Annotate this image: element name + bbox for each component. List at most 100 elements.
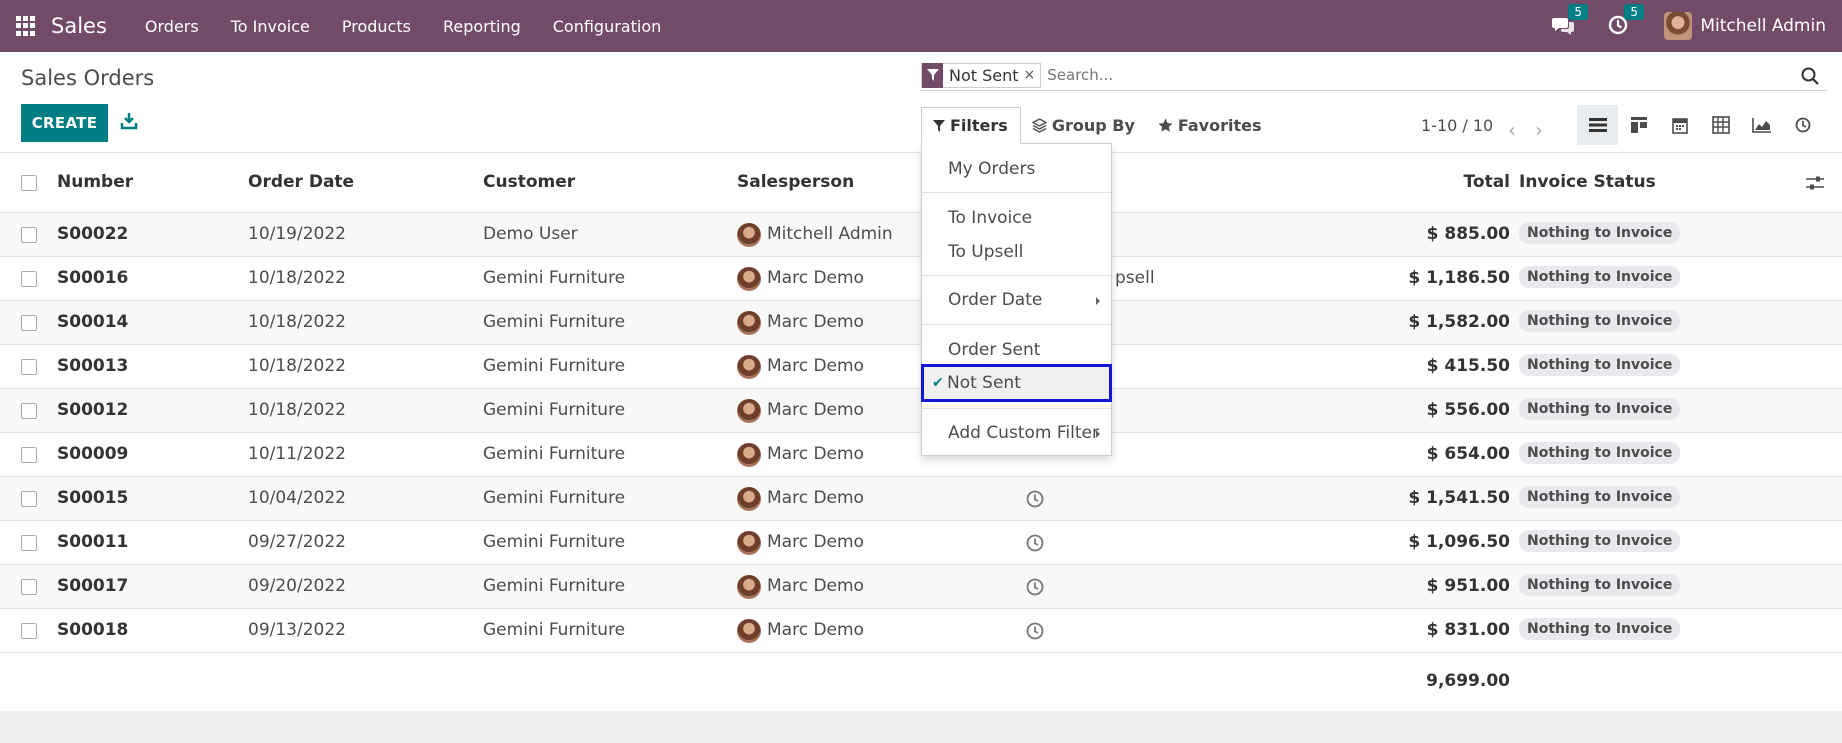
filter-add-custom[interactable]: Add Custom Filter xyxy=(922,417,1111,449)
user-avatar[interactable] xyxy=(1664,12,1693,40)
table-row[interactable]: S00018 09/13/2022 Gemini Furniture Marc … xyxy=(0,609,1842,653)
graph-view-icon[interactable] xyxy=(1741,105,1782,145)
row-checkbox[interactable] xyxy=(21,271,37,287)
salesperson-avatar xyxy=(737,399,761,423)
row-checkbox[interactable] xyxy=(21,623,37,639)
activity-clock-icon[interactable] xyxy=(1026,490,1044,508)
optional-columns-icon[interactable] xyxy=(1806,175,1824,195)
menu-orders[interactable]: Orders xyxy=(129,17,215,36)
apps-menu-icon[interactable] xyxy=(16,16,36,36)
cell-customer: Demo User xyxy=(483,224,578,244)
cell-activity-text: psell xyxy=(1115,268,1155,288)
cell-customer: Gemini Furniture xyxy=(483,356,626,376)
messages-icon[interactable]: 5 xyxy=(1552,4,1588,37)
cell-total: $ 1,541.50 xyxy=(1408,488,1510,508)
activity-view-icon[interactable] xyxy=(1782,105,1823,145)
cell-salesperson: Mitchell Admin xyxy=(767,224,893,244)
activity-clock-icon[interactable] xyxy=(1026,534,1044,552)
row-checkbox[interactable] xyxy=(21,403,37,419)
activity-clock-icon[interactable] xyxy=(1026,622,1044,640)
search-options: Filters Group By Favorites xyxy=(921,107,1273,144)
status-badge: Nothing to Invoice xyxy=(1519,530,1681,552)
header-order-date[interactable]: Order Date xyxy=(248,172,354,192)
cell-total: $ 556.00 xyxy=(1426,400,1510,420)
dropdown-divider xyxy=(922,192,1111,193)
cell-number: S00017 xyxy=(57,576,129,596)
list-view-icon[interactable] xyxy=(1577,105,1618,145)
salesperson-avatar xyxy=(737,531,761,555)
cell-customer: Gemini Furniture xyxy=(483,576,626,596)
status-badge: Nothing to Invoice xyxy=(1519,222,1681,244)
header-total[interactable]: Total xyxy=(1350,172,1510,192)
filter-not-sent[interactable]: ✔ Not Sent xyxy=(921,364,1112,402)
cell-number: S00018 xyxy=(57,620,129,640)
cell-total: $ 951.00 xyxy=(1426,576,1510,596)
user-name[interactable]: Mitchell Admin xyxy=(1700,16,1826,36)
row-checkbox[interactable] xyxy=(21,491,37,507)
row-checkbox[interactable] xyxy=(21,227,37,243)
create-button[interactable]: CREATE xyxy=(21,104,108,142)
view-switcher xyxy=(1577,105,1823,145)
calendar-view-icon[interactable] xyxy=(1659,105,1700,145)
activities-icon[interactable]: 5 xyxy=(1608,4,1644,37)
salesperson-avatar xyxy=(737,619,761,643)
filter-my-orders[interactable]: My Orders xyxy=(922,153,1111,185)
submenu-caret-icon xyxy=(1096,297,1100,305)
groupby-label: Group By xyxy=(1051,116,1135,135)
status-badge: Nothing to Invoice xyxy=(1519,354,1681,376)
app-brand[interactable]: Sales xyxy=(51,14,107,38)
cell-total: $ 1,186.50 xyxy=(1408,268,1510,288)
search-icon[interactable] xyxy=(1801,67,1819,85)
table-row[interactable]: S00015 10/04/2022 Gemini Furniture Marc … xyxy=(0,477,1842,521)
header-customer[interactable]: Customer xyxy=(483,172,575,192)
cell-customer: Gemini Furniture xyxy=(483,400,626,420)
table-row[interactable]: S00017 09/20/2022 Gemini Furniture Marc … xyxy=(0,565,1842,609)
header-salesperson[interactable]: Salesperson xyxy=(737,172,854,192)
list-footer-total: 9,699.00 xyxy=(1426,671,1510,691)
filter-order-date[interactable]: Order Date xyxy=(922,284,1111,316)
salesperson-avatar xyxy=(737,267,761,291)
row-checkbox[interactable] xyxy=(21,359,37,375)
row-checkbox[interactable] xyxy=(21,447,37,463)
download-icon[interactable] xyxy=(120,112,138,132)
filter-to-upsell[interactable]: To Upsell xyxy=(922,236,1111,268)
table-row[interactable]: S00011 09/27/2022 Gemini Furniture Marc … xyxy=(0,521,1842,565)
filter-order-sent[interactable]: Order Sent xyxy=(922,334,1111,366)
status-badge: Nothing to Invoice xyxy=(1519,574,1681,596)
filter-to-invoice[interactable]: To Invoice xyxy=(922,202,1111,234)
cell-number: S00014 xyxy=(57,312,129,332)
cell-salesperson: Marc Demo xyxy=(767,400,864,420)
cell-order-date: 10/11/2022 xyxy=(248,444,346,464)
menu-products[interactable]: Products xyxy=(326,17,427,36)
kanban-view-icon[interactable] xyxy=(1618,105,1659,145)
favorites-toggle[interactable]: Favorites xyxy=(1147,107,1274,144)
activity-clock-icon[interactable] xyxy=(1026,578,1044,596)
messages-count-badge: 5 xyxy=(1568,4,1588,20)
status-badge: Nothing to Invoice xyxy=(1519,310,1681,332)
filter-facet-icon xyxy=(922,62,943,88)
pager-next-icon[interactable]: › xyxy=(1535,118,1543,142)
pager-value[interactable]: 1-10 / 10 xyxy=(1421,116,1493,135)
dropdown-divider xyxy=(922,324,1111,325)
facet-remove-icon[interactable]: × xyxy=(1024,67,1041,83)
select-all-checkbox[interactable] xyxy=(21,175,37,191)
search-bar[interactable]: Not Sent × xyxy=(921,60,1827,91)
salesperson-avatar xyxy=(737,311,761,335)
groupby-toggle[interactable]: Group By xyxy=(1021,107,1147,144)
menu-reporting[interactable]: Reporting xyxy=(427,17,537,36)
menu-configuration[interactable]: Configuration xyxy=(537,17,678,36)
header-number[interactable]: Number xyxy=(57,172,133,192)
header-invoice-status[interactable]: Invoice Status xyxy=(1519,172,1656,192)
row-checkbox[interactable] xyxy=(21,535,37,551)
row-checkbox[interactable] xyxy=(21,315,37,331)
cell-total: $ 1,582.00 xyxy=(1408,312,1510,332)
filters-toggle[interactable]: Filters xyxy=(921,107,1021,144)
cell-total: $ 415.50 xyxy=(1426,356,1510,376)
search-input[interactable] xyxy=(1047,66,1788,84)
menu-to-invoice[interactable]: To Invoice xyxy=(215,17,326,36)
cell-total: $ 654.00 xyxy=(1426,444,1510,464)
pager-previous-icon[interactable]: ‹ xyxy=(1508,118,1516,142)
pivot-view-icon[interactable] xyxy=(1700,105,1741,145)
cell-customer: Gemini Furniture xyxy=(483,620,626,640)
row-checkbox[interactable] xyxy=(21,579,37,595)
